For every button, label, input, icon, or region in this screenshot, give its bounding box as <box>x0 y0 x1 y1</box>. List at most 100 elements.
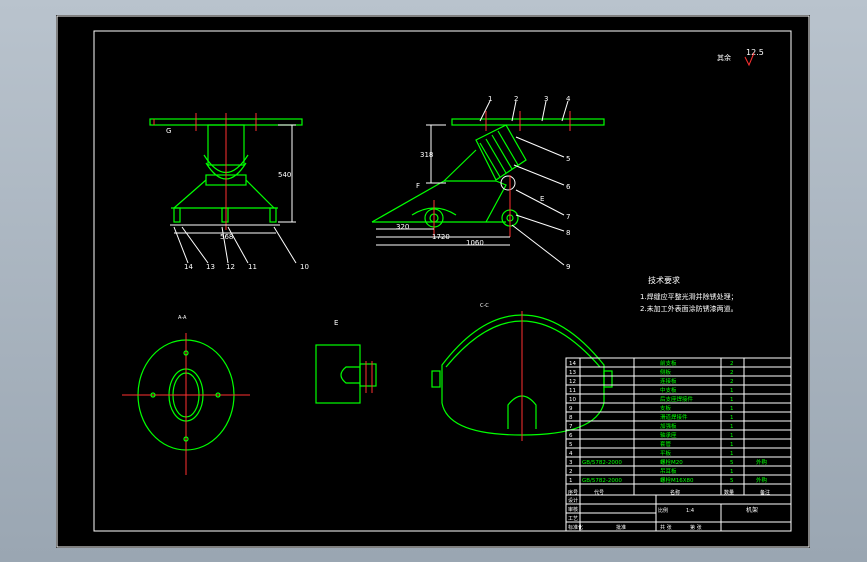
section-f: F <box>416 182 420 190</box>
bom-cell-qty: 5 <box>730 478 734 484</box>
technical-requirements: 技术要求 1.焊缝应平整光滑并除锈处理； 2.未加工外表面涂防锈漆两道。 <box>640 275 738 313</box>
bom-cell-note: 外购 <box>756 458 768 466</box>
bom-cell-note: 外购 <box>756 476 768 484</box>
tb-design: 设计 <box>568 497 578 504</box>
roughness-label: 其余 <box>717 53 731 62</box>
bom-cell-name: 前支板 <box>660 359 677 367</box>
tb-approve: 批准 <box>616 524 626 531</box>
drawing-canvas: 其余 12.5 540 568 G 14 13 12 11 10 318 F 3… <box>56 15 810 548</box>
bom-cell-no: 9 <box>569 406 573 412</box>
bom-cell-qty: 5 <box>730 460 734 466</box>
bom-header-qty: 数量 <box>724 489 734 496</box>
tb-sheet2: 第 张 <box>690 524 702 531</box>
leader-7: 7 <box>566 213 570 221</box>
cad-viewport: 其余 12.5 540 568 G 14 13 12 11 10 318 F 3… <box>0 0 867 562</box>
bom-cell-no: 2 <box>569 469 573 475</box>
bom-cell-qty: 1 <box>730 424 734 430</box>
dim-568: 568 <box>220 233 233 241</box>
section-a-label: A-A <box>178 315 187 321</box>
leader-6: 6 <box>566 183 571 191</box>
bom-cell-qty: 2 <box>730 379 734 385</box>
leader-3: 3 <box>544 95 548 103</box>
bom-header-no: 序号 <box>568 489 578 496</box>
bom-table: 14 前支板 213 侧板 212 连接板 211 中支板 110 后支座焊接件 19 支板 18 滑道焊… <box>565 357 792 532</box>
dim-318: 318 <box>420 151 433 159</box>
section-g: G <box>166 127 171 135</box>
bom-cell-name: 侧板 <box>660 368 672 376</box>
bom-cell-no: 7 <box>569 424 573 430</box>
tech-line-2: 2.未加工外表面涂防锈漆两道。 <box>640 304 738 313</box>
leader-5: 5 <box>566 155 570 163</box>
leader-14: 14 <box>184 263 193 271</box>
leader-10: 10 <box>300 263 309 271</box>
bom-cell-std: GB/5782-2000 <box>582 478 622 484</box>
bom-cell-name: 螺栓M20 <box>660 458 683 466</box>
bom-cell-qty: 1 <box>730 451 734 457</box>
bom-cell-qty: 2 <box>730 370 734 376</box>
detail-view-e: E <box>315 319 377 404</box>
bom-cell-no: 4 <box>569 451 573 457</box>
bom-cell-no: 13 <box>569 370 576 376</box>
side-view: 318 F 320 1720 1060 1 2 3 4 5 6 7 8 9 E <box>371 95 605 271</box>
bom-cell-qty: 1 <box>730 442 734 448</box>
bom-cell-no: 6 <box>569 433 573 439</box>
bom-cell-qty: 1 <box>730 433 734 439</box>
bom-cell-qty: 1 <box>730 397 734 403</box>
tech-line-1: 1.焊缝应平整光滑并除锈处理； <box>640 292 738 301</box>
bom-cell-name: 轴承座 <box>660 431 677 439</box>
leader-12: 12 <box>226 263 235 271</box>
bom-cell-qty: 1 <box>730 388 734 394</box>
bom-cell-no: 14 <box>569 361 576 367</box>
bom-cell-no: 12 <box>569 379 576 385</box>
view-c-label: C-C <box>480 303 489 309</box>
tb-scale-label: 比例 <box>658 507 668 514</box>
bom-cell-name: 中支板 <box>660 386 677 394</box>
roughness-value: 12.5 <box>746 48 764 57</box>
bom-cell-qty: 1 <box>730 415 734 421</box>
tb-part: 机架 <box>746 506 758 514</box>
drawing-sheet: 其余 12.5 540 568 G 14 13 12 11 10 318 F 3… <box>56 15 810 548</box>
bom-cell-name: 连接板 <box>660 377 677 385</box>
leader-2: 2 <box>514 95 518 103</box>
leader-4: 4 <box>566 95 571 103</box>
tb-sheet: 共 张 <box>660 524 672 531</box>
bom-cell-qty: 1 <box>730 469 734 475</box>
bom-cell-name: 滑道焊接件 <box>660 413 688 421</box>
bom-header-code: 代号 <box>594 489 604 496</box>
tech-title: 技术要求 <box>648 275 680 285</box>
bom-cell-qty: 1 <box>730 406 734 412</box>
section-view-c: C-C <box>431 303 613 441</box>
bom-cell-no: 1 <box>569 478 573 484</box>
leader-1: 1 <box>488 95 492 103</box>
bom-cell-name: 套管 <box>660 440 672 448</box>
leader-11: 11 <box>248 263 257 271</box>
bom-cell-name: 螺栓M16X80 <box>660 476 694 484</box>
bom-cell-name: 支板 <box>660 404 672 412</box>
view-e-label: E <box>334 319 338 327</box>
leader-13: 13 <box>206 263 215 271</box>
dim-1720: 1720 <box>432 233 450 241</box>
bom-cell-no: 10 <box>569 397 576 403</box>
bom-cell-no: 11 <box>569 388 576 394</box>
bom-cell-name: 加强板 <box>660 422 677 430</box>
bom-cell-no: 3 <box>569 460 573 466</box>
bom-cell-no: 5 <box>569 442 573 448</box>
side-top-plate <box>451 118 605 126</box>
bom-cell-name: 吊耳板 <box>660 467 677 475</box>
leader-8: 8 <box>566 229 570 237</box>
dim-540: 540 <box>278 171 291 179</box>
tb-standard: 标准化 <box>568 524 583 531</box>
section-e: E <box>540 195 544 203</box>
bom-cell-std: GB/5782-2000 <box>582 460 622 466</box>
bom-header-name: 名称 <box>670 489 680 496</box>
bom-cell-name: 后支座焊接件 <box>660 395 694 403</box>
leader-9: 9 <box>566 263 570 271</box>
bom-cell-qty: 2 <box>730 361 734 367</box>
bom-cell-name: 平板 <box>660 449 672 457</box>
section-view-a: A-A <box>122 315 250 475</box>
dim-320: 320 <box>396 223 409 231</box>
bom-header-note: 备注 <box>760 489 770 496</box>
dim-1060: 1060 <box>466 239 484 247</box>
tb-scale: 1:4 <box>686 508 694 514</box>
tb-process: 工艺 <box>568 516 578 522</box>
